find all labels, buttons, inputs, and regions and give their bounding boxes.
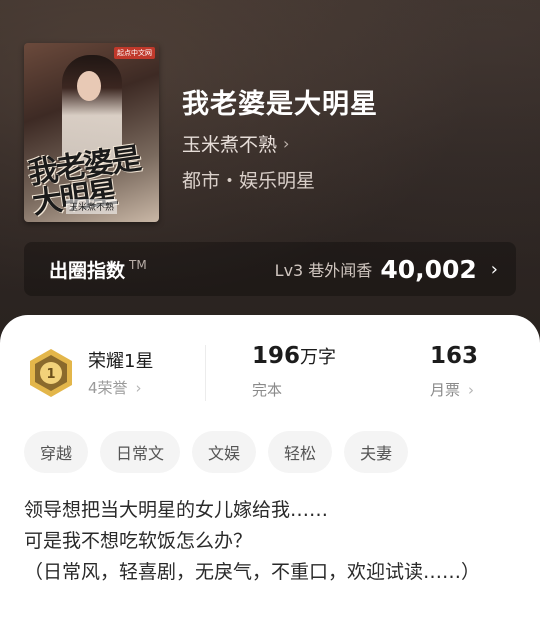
cover-face <box>77 71 101 101</box>
chevron-right-icon: › <box>283 134 290 153</box>
synopsis-line: （日常风，轻喜剧，无戾气，不重口，欢迎试读……） <box>24 561 481 583</box>
chevron-right-icon: › <box>468 381 475 399</box>
honor-count-text: 4荣誉 <box>88 379 128 397</box>
index-label: 出圈指数 <box>49 259 126 282</box>
book-synopsis[interactable]: 领导想把当大明星的女儿嫁给我…… 可是我不想吃软饭怎么办？ （日常风，轻喜剧，无… <box>24 495 516 588</box>
monthly-votes-label: 月票 <box>430 381 461 399</box>
tag-chip[interactable]: 夫妻 <box>344 431 409 473</box>
stats-divider <box>205 345 206 401</box>
book-cover[interactable]: 起点中文网 我老婆是大明星 玉米煮不熟 <box>24 43 159 222</box>
tag-chip[interactable]: 穿越 <box>24 431 89 473</box>
word-count: 196万字 <box>252 343 336 369</box>
word-count-unit: 万字 <box>300 347 337 368</box>
word-count-number: 196 <box>252 343 301 369</box>
book-detail-sheet: 1 荣耀1星 4荣誉 › 196万字 完本 163 月票 › 穿越 日常文 文娱 轻… <box>0 315 540 624</box>
honor-title[interactable]: 荣耀1星 <box>88 347 153 373</box>
tag-chip[interactable]: 文娱 <box>192 431 257 473</box>
book-title: 我老婆是大明星 <box>182 89 378 120</box>
popularity-index-bar[interactable]: 出圈指数 TM Lv3 巷外闻香 40,002 › <box>24 242 516 296</box>
index-score: 40,002 <box>380 254 477 284</box>
tag-chip[interactable]: 日常文 <box>100 431 181 473</box>
tag-list: 穿越 日常文 文娱 轻松 夫妻 <box>24 431 409 473</box>
chevron-right-icon: › <box>490 258 498 280</box>
monthly-votes-number[interactable]: 163 <box>430 343 478 369</box>
synopsis-line: 领导想把当大明星的女儿嫁给我…… <box>24 499 329 521</box>
stats-row: 1 荣耀1星 4荣誉 › 196万字 完本 163 月票 › <box>0 343 540 411</box>
author-link[interactable]: 玉米煮不熟 › <box>182 130 289 157</box>
completion-status: 完本 <box>252 381 283 399</box>
index-tm: TM <box>129 258 147 272</box>
cover-logo: 起点中文网 <box>114 47 155 59</box>
book-genre: 都市・娱乐明星 <box>182 170 316 192</box>
index-level: Lv3 巷外闻香 <box>274 261 373 280</box>
cover-author: 玉米煮不熟 <box>66 199 118 214</box>
svg-text:1: 1 <box>46 367 55 382</box>
chevron-right-icon: › <box>135 379 142 397</box>
tag-chip[interactable]: 轻松 <box>268 431 333 473</box>
honor-count[interactable]: 4荣誉 › <box>88 377 142 398</box>
monthly-votes[interactable]: 月票 › <box>430 379 474 400</box>
book-header: 起点中文网 我老婆是大明星 玉米煮不熟 我老婆是大明星 玉米煮不熟 › 都市・娱… <box>0 0 540 340</box>
author-name: 玉米煮不熟 <box>182 134 278 156</box>
synopsis-line: 可是我不想吃软饭怎么办？ <box>24 530 253 552</box>
medal-icon[interactable]: 1 <box>26 347 76 399</box>
